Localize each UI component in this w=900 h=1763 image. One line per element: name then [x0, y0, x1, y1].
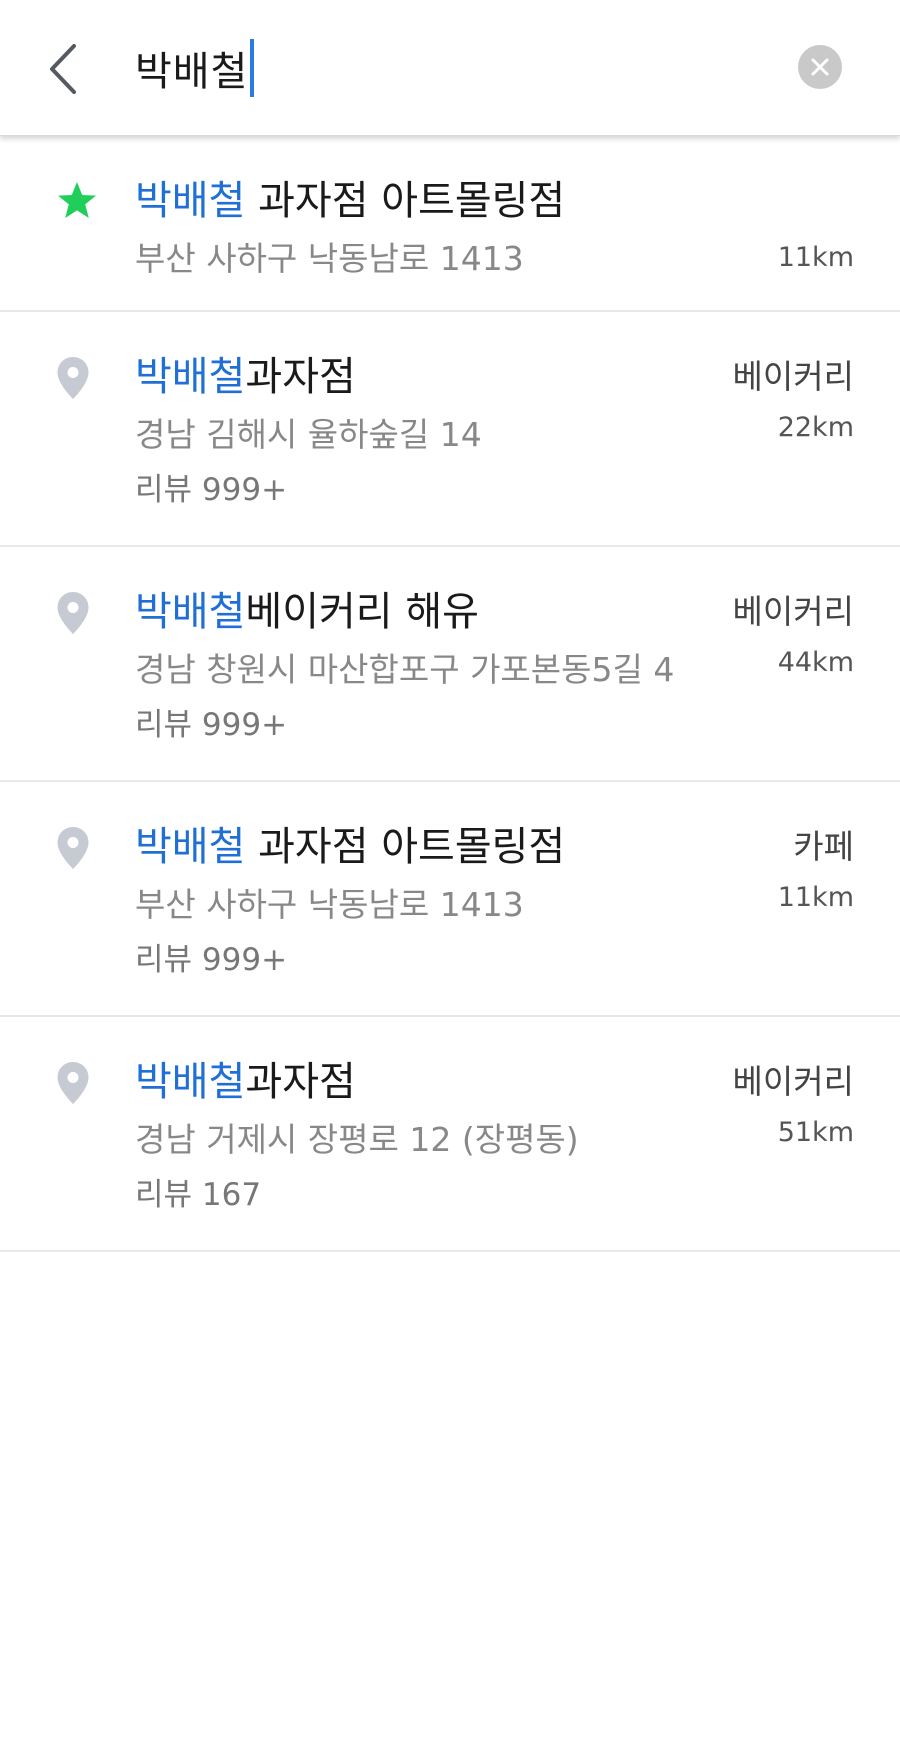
result-name: 박배철 과자점 아트몰링점: [135, 814, 565, 872]
result-address: 경남 거제시 장평로 12 (장평동): [135, 1120, 579, 1159]
result-distance: 11km: [777, 242, 854, 273]
search-result-item[interactable]: 박배철과자점 베이커리 경남 김해시 율하숲길 14 22km 리뷰 999+: [0, 312, 900, 547]
result-name-rest: 베이커리 해유: [245, 589, 479, 635]
result-review-count: 리뷰 167: [135, 1177, 262, 1213]
text-caret: [250, 39, 255, 97]
search-query-text[interactable]: 박배철: [135, 39, 248, 97]
result-name: 박배철과자점: [135, 1049, 356, 1107]
result-name-highlight: 박배철: [135, 589, 246, 635]
result-address: 부산 사하구 낙동남로 1413: [135, 239, 524, 278]
result-name: 박배철 과자점 아트몰링점: [135, 168, 565, 226]
result-name-rest: 과자점: [245, 354, 356, 400]
result-category: 베이커리: [732, 357, 854, 396]
search-results-list: 박배철 과자점 아트몰링점 부산 사하구 낙동남로 1413 11km 박배철과…: [0, 136, 900, 1252]
back-button[interactable]: [36, 34, 90, 104]
result-name: 박배철베이커리 해유: [135, 579, 479, 637]
result-review-count: 리뷰 999+: [135, 707, 288, 743]
result-name-rest: 과자점 아트몰링점: [245, 178, 566, 224]
chevron-left-icon: [50, 44, 76, 94]
star-icon: [58, 182, 96, 218]
result-name-highlight: 박배철: [135, 1059, 246, 1105]
map-pin-icon: [57, 357, 89, 399]
result-name-highlight: 박배철: [135, 178, 246, 224]
result-address: 경남 창원시 마산합포구 가포본동5길 4: [135, 650, 675, 689]
map-pin-icon: [57, 827, 89, 869]
result-distance: 51km: [777, 1117, 854, 1148]
result-name-rest: 과자점: [245, 1059, 356, 1105]
search-bar: 박배철: [0, 0, 900, 136]
clear-search-button[interactable]: [798, 45, 842, 89]
result-address: 경남 김해시 율하숲길 14: [135, 415, 482, 454]
result-name-rest: 과자점 아트몰링점: [245, 824, 566, 870]
result-review-count: 리뷰 999+: [135, 942, 288, 978]
result-distance: 44km: [777, 647, 854, 678]
search-result-item[interactable]: 박배철 과자점 아트몰링점 카페 부산 사하구 낙동남로 1413 11km 리…: [0, 782, 900, 1017]
map-pin-icon: [57, 1062, 89, 1104]
result-distance: 22km: [777, 412, 854, 443]
close-icon: [811, 58, 829, 76]
search-result-item[interactable]: 박배철베이커리 해유 베이커리 경남 창원시 마산합포구 가포본동5길 4 44…: [0, 547, 900, 782]
search-result-item[interactable]: 박배철 과자점 아트몰링점 부산 사하구 낙동남로 1413 11km: [0, 136, 900, 312]
result-name-highlight: 박배철: [135, 354, 246, 400]
result-review-count: 리뷰 999+: [135, 472, 288, 508]
result-address: 부산 사하구 낙동남로 1413: [135, 885, 524, 924]
result-category: 카페: [793, 827, 854, 866]
result-distance: 11km: [777, 882, 854, 913]
result-name-highlight: 박배철: [135, 824, 246, 870]
search-input[interactable]: 박배철: [135, 36, 255, 100]
map-pin-icon: [57, 592, 89, 634]
result-name: 박배철과자점: [135, 344, 356, 402]
result-category: 베이커리: [732, 592, 854, 631]
search-result-item[interactable]: 박배철과자점 베이커리 경남 거제시 장평로 12 (장평동) 51km 리뷰 …: [0, 1017, 900, 1252]
result-category: 베이커리: [732, 1062, 854, 1101]
